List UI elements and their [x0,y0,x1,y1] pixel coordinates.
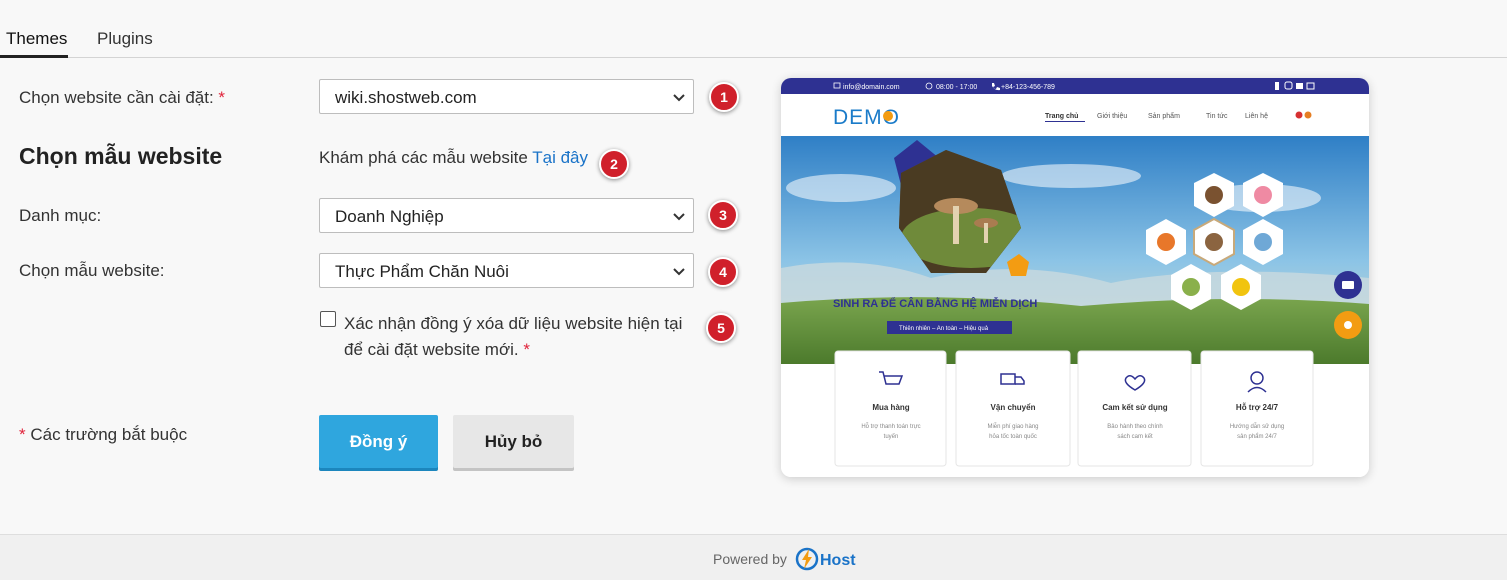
preview-feature-4-desc2: sản phẩm 24/7 [1237,433,1277,440]
required-note: * Các trường bắt buộc [19,425,187,445]
preview-feature-2-desc1: Miễn phí giao hàng [987,423,1038,430]
preview-phone: +84-123-456-789 [1001,84,1055,91]
preview-feature-1-desc1: Hỗ trợ thanh toán trực [861,423,920,430]
website-select-value: wiki.shostweb.com [335,88,477,107]
preview-hero-tag-text: Thiên nhiên – An toàn – Hiệu quả [899,326,989,332]
chat-icon [1342,281,1354,289]
preview-nav-underline [1045,121,1085,122]
chevron-down-icon [673,268,685,276]
preview-feature-4-desc1: Hướng dẫn sử dụng [1230,423,1284,430]
preview-nav-contact: Liên hệ [1245,113,1268,120]
call-icon [1344,321,1352,329]
template-section-title: Chọn mẫu website [19,143,223,169]
tab-bar: Themes Plugins [0,0,1507,58]
template-select-value: Thực Phẩm Chăn Nuôi [335,262,509,281]
preview-hero-title: SINH RA ĐỂ CÂN BẰNG HỆ MIỄN DỊCH [833,297,1037,310]
preview-feature-3-desc2: sách cam kết [1117,434,1153,440]
category-select-value: Doanh Nghiệp [335,207,444,226]
preview-feature-1-title: Mua hàng [872,403,909,412]
step-badge-1: 1 [709,82,739,112]
required-note-text: Các trường bắt buộc [30,425,188,444]
preview-feature-4-title: Hỗ trợ 24/7 [1236,403,1279,412]
step-badge-2: 2 [599,149,629,179]
tab-themes[interactable]: Themes [6,29,67,49]
confirm-label: Xác nhận đồng ý xóa dữ liệu website hiện… [344,311,704,363]
chevron-down-icon [673,94,685,102]
explore-text: Khám phá các mẫu website [319,148,528,167]
template-preview: info@domain.com 08:00 - 17:00 +84-123-45… [781,78,1369,477]
confirm-button[interactable]: Đồng ý [319,415,438,468]
active-tab-indicator [0,55,68,58]
template-preview-image: info@domain.com 08:00 - 17:00 +84-123-45… [781,78,1369,477]
category-label: Danh mục: [19,206,102,225]
cancel-button[interactable]: Hủy bỏ [453,415,574,468]
powered-by-text: Powered by [713,551,787,567]
template-label: Chọn mẫu website: [19,261,165,280]
chevron-down-icon [673,213,685,221]
explore-link[interactable]: Tại đây [532,148,588,167]
preview-feature-3-title: Cam kết sử dụng [1102,403,1167,412]
category-select[interactable]: Doanh Nghiệp [319,198,694,233]
host-logo-text: Host [820,552,856,569]
website-select[interactable]: wiki.shostweb.com [319,79,694,114]
flag-en-icon [1304,111,1312,119]
required-asterisk: * [218,88,226,107]
preview-nav-about: Giới thiệu [1097,113,1127,120]
flag-vn-icon [1295,111,1303,119]
confirm-checkbox[interactable] [320,311,336,327]
website-select-label-text: Chọn website cần cài đặt: [19,88,214,107]
confirm-label-text: Xác nhận đồng ý xóa dữ liệu website hiện… [344,314,683,359]
host-logo: Host [795,547,856,571]
step-badge-3: 3 [708,200,738,230]
preview-feature-1-desc2: tuyến [884,434,899,440]
preview-hours: 08:00 - 17:00 [936,84,977,91]
explore-templates: Khám phá các mẫu website Tại đây [319,148,588,168]
step-badge-5: 5 [706,313,736,343]
website-select-label: Chọn website cần cài đặt: * [19,88,225,108]
preview-nav-products: Sản phẩm [1148,112,1180,120]
template-select[interactable]: Thực Phẩm Chăn Nuôi [319,253,694,288]
step-badge-4: 4 [708,257,738,287]
tab-plugins[interactable]: Plugins [97,29,153,49]
preview-feature-2-desc2: hỏa tốc toàn quốc [989,433,1037,440]
preview-nav-news: Tin tức [1206,113,1228,120]
preview-feature-2-title: Vận chuyển [991,403,1036,412]
required-asterisk: * [19,425,26,444]
preview-nav-home: Trang chủ [1045,113,1078,120]
footer: Powered by Host [0,534,1507,580]
preview-feature-3-desc1: Bảo hành theo chính [1107,424,1162,430]
preview-email: info@domain.com [843,84,900,91]
required-asterisk: * [523,340,530,359]
preview-logo-mark [883,111,893,121]
